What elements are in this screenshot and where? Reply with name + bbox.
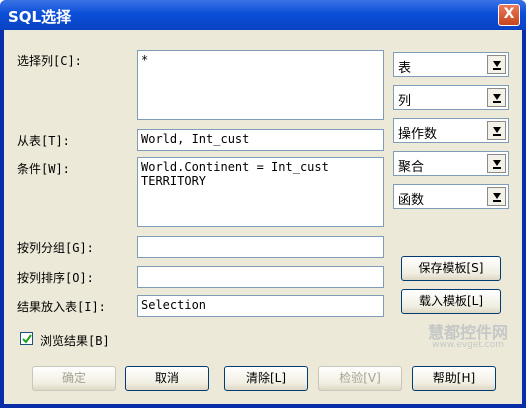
chevron-down-icon[interactable] <box>487 55 506 74</box>
condition-label: 条件[W]: <box>17 162 70 176</box>
combo-column-value: 列 <box>398 94 412 109</box>
combo-function[interactable]: 函数 <box>393 184 509 209</box>
chevron-down-icon[interactable] <box>487 121 506 140</box>
browse-results-checkbox[interactable] <box>20 332 33 345</box>
combo-operand-value: 操作数 <box>398 127 438 142</box>
load-template-button[interactable]: 载入模板[L] <box>401 289 501 314</box>
into-table-label: 结果放入表[I]: <box>17 300 106 314</box>
window-title: SQL选择 <box>8 8 72 26</box>
chevron-down-icon[interactable] <box>487 88 506 107</box>
chevron-down-icon[interactable] <box>487 187 506 206</box>
combo-column[interactable]: 列 <box>393 85 509 110</box>
combo-aggregate-value: 聚合 <box>398 160 425 175</box>
group-by-input[interactable] <box>137 236 384 258</box>
condition-input[interactable]: World.Continent = Int_cust TERRITORY <box>137 157 384 227</box>
title-bar[interactable]: SQL选择 X <box>0 0 526 30</box>
dialog-body: 选择列[C]: * 从表[T]: World, Int_cust 条件[W]: … <box>4 30 522 404</box>
watermark-url: www.evget.com <box>432 340 504 350</box>
order-by-label: 按列排序[O]: <box>17 271 94 285</box>
group-by-label: 按列分组[G]: <box>17 241 94 255</box>
cancel-button[interactable]: 取消 <box>125 366 209 391</box>
into-table-input[interactable]: Selection <box>137 295 384 317</box>
close-button[interactable]: X <box>498 4 520 26</box>
clear-button[interactable]: 清除[L] <box>224 366 308 391</box>
combo-function-value: 函数 <box>398 193 425 208</box>
verify-button[interactable]: 检验[V] <box>318 366 402 391</box>
from-table-label: 从表[T]: <box>17 134 70 148</box>
help-button[interactable]: 帮助[H] <box>412 366 496 391</box>
save-template-button[interactable]: 保存模板[S] <box>401 256 501 281</box>
browse-results-label: 浏览结果[B] <box>40 334 110 348</box>
combo-aggregate[interactable]: 聚合 <box>393 151 509 176</box>
sql-select-dialog: SQL选择 X 选择列[C]: * 从表[T]: World, Int_cust… <box>0 0 526 408</box>
chevron-down-icon[interactable] <box>487 154 506 173</box>
combo-operand[interactable]: 操作数 <box>393 118 509 143</box>
ok-button[interactable]: 确定 <box>32 366 116 391</box>
combo-table-value: 表 <box>398 61 412 76</box>
checkmark-icon <box>22 334 32 344</box>
order-by-input[interactable] <box>137 266 384 288</box>
select-columns-input[interactable]: * <box>137 50 384 120</box>
from-table-input[interactable]: World, Int_cust <box>137 129 384 151</box>
select-columns-label: 选择列[C]: <box>17 54 82 68</box>
combo-table[interactable]: 表 <box>393 52 509 77</box>
